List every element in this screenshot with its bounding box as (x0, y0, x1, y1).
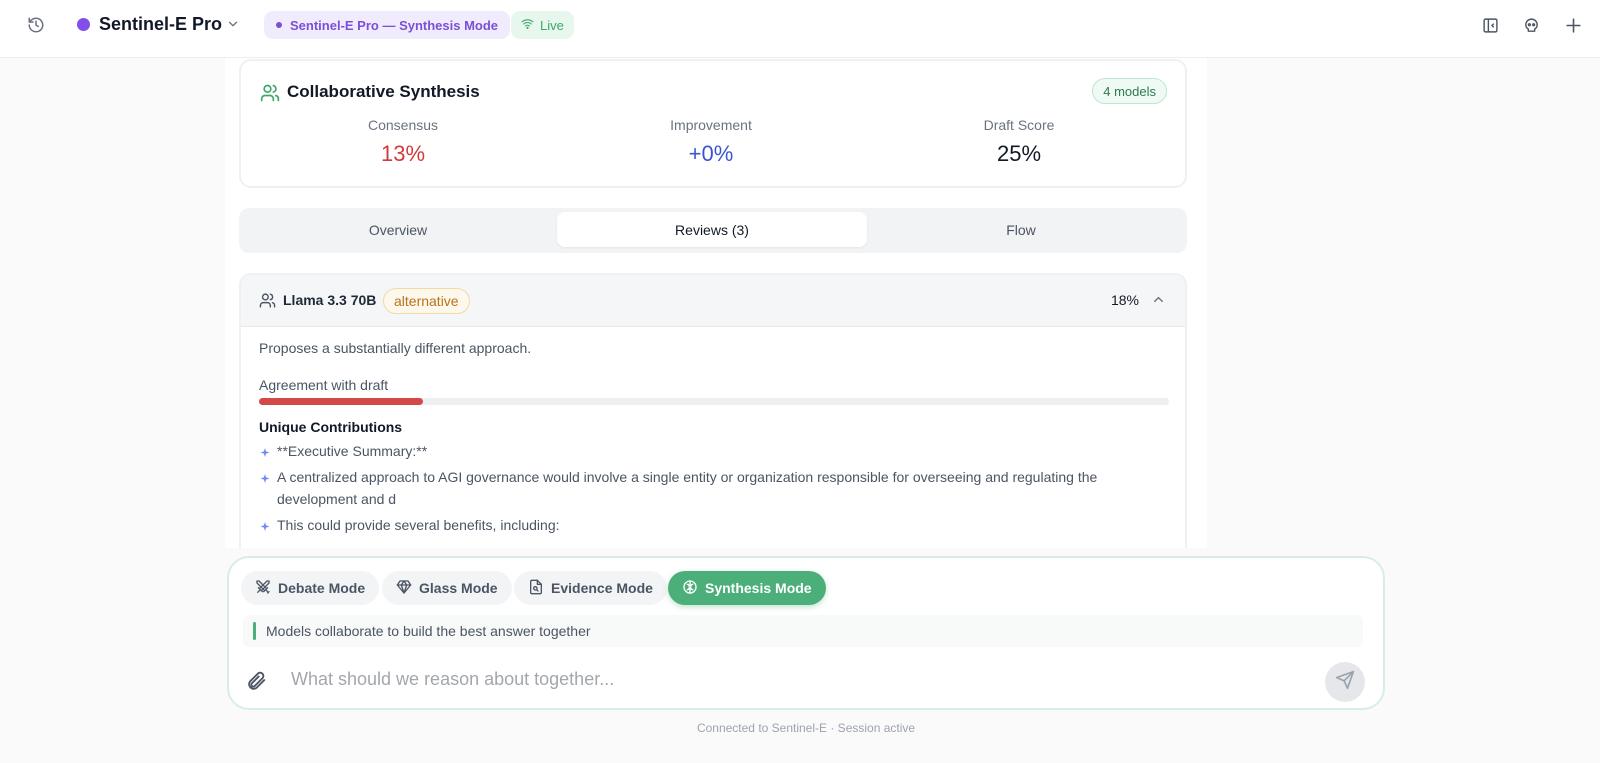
agreement-label: Agreement with draft (259, 377, 389, 393)
send-button[interactable] (1325, 662, 1365, 702)
history-icon[interactable] (24, 13, 48, 37)
metric-draft-score: Draft Score 25% (919, 117, 1119, 167)
synthesis-card: Collaborative Synthesis 4 models Consens… (239, 59, 1187, 188)
live-label: Live (540, 17, 564, 33)
review-card: Llama 3.3 70B alternative 18% Proposes a… (239, 273, 1187, 548)
users-icon (259, 292, 277, 310)
metric-value: 13% (380, 141, 426, 166)
list-item: A centralized approach to AGI governance… (259, 466, 1159, 510)
hint-accent-bar (253, 622, 256, 640)
wifi-icon (521, 17, 534, 33)
paperclip-icon[interactable] (245, 670, 269, 694)
mode-pill-label: Sentinel-E Pro — Synthesis Mode (290, 17, 499, 33)
list-item: This could provide several benefits, inc… (259, 514, 1159, 536)
tab-bar: Overview Reviews (3) Flow (239, 208, 1187, 253)
users-icon (260, 83, 280, 103)
swords-icon (255, 579, 271, 598)
main-content: Collaborative Synthesis 4 models Consens… (225, 58, 1207, 548)
mode-dot (276, 22, 282, 28)
live-badge: Live (511, 11, 574, 39)
send-icon (1335, 670, 1355, 695)
mode-label: Synthesis Mode (705, 580, 812, 596)
sparkle-icon (259, 469, 271, 483)
hint-text: Models collaborate to build the best ans… (266, 623, 591, 639)
tab-reviews[interactable]: Reviews (3) (557, 212, 867, 247)
tab-flow[interactable]: Flow (866, 212, 1176, 247)
tab-overview[interactable]: Overview (243, 212, 553, 247)
sparkle-icon (259, 517, 271, 531)
list-item: **Executive Summary:** (259, 440, 1159, 462)
glass-mode-button[interactable]: Glass Mode (382, 571, 512, 605)
chevron-up-icon[interactable] (1151, 292, 1167, 308)
app-title[interactable]: Sentinel-E Pro (99, 14, 222, 35)
sidebar-toggle-icon[interactable] (1478, 13, 1502, 37)
contribution-text: This could provide several benefits, inc… (277, 517, 560, 533)
models-badge: 4 models (1092, 78, 1167, 104)
metric-value: +0% (688, 141, 734, 166)
card-title: Collaborative Synthesis (287, 82, 480, 101)
contribution-text: **Executive Summary:** (277, 443, 428, 459)
diamond-icon (396, 579, 412, 598)
contribution-text: A centralized approach to AGI governance… (277, 469, 1098, 507)
composer: Debate Mode Glass Mode Evidence Mode Syn… (227, 556, 1385, 710)
mode-label: Evidence Mode (551, 580, 653, 596)
mode-hint: Models collaborate to build the best ans… (243, 615, 1363, 647)
agreement-bar-fill (259, 398, 423, 405)
chevron-down-icon[interactable] (224, 15, 242, 33)
review-score: 18% (1110, 292, 1139, 308)
metric-consensus: Consensus 13% (303, 117, 503, 167)
metric-label: Improvement (670, 117, 752, 133)
evidence-mode-button[interactable]: Evidence Mode (514, 571, 667, 605)
mode-label: Glass Mode (419, 580, 498, 596)
unique-contributions-title: Unique Contributions (259, 419, 403, 435)
status-footer: Connected to Sentinel-E · Session active (696, 721, 916, 735)
metric-label: Consensus (367, 117, 439, 133)
new-chat-icon[interactable] (1561, 13, 1585, 37)
review-header[interactable]: Llama 3.3 70B alternative 18% (241, 275, 1185, 327)
metric-improvement: Improvement +0% (611, 117, 811, 167)
mode-pill: Sentinel-E Pro — Synthesis Mode (264, 11, 511, 39)
debate-mode-button[interactable]: Debate Mode (241, 571, 380, 605)
top-bar: Sentinel-E Pro Sentinel-E Pro — Synthesi… (0, 0, 1600, 58)
agreement-bar (259, 398, 1169, 405)
mode-label: Debate Mode (278, 580, 366, 596)
metric-label: Draft Score (983, 117, 1055, 133)
review-tag: alternative (383, 288, 470, 314)
app-status-dot (77, 18, 90, 31)
review-model-name: Llama 3.3 70B (283, 292, 377, 308)
document-search-icon (528, 579, 544, 598)
synthesis-mode-button[interactable]: Synthesis Mode (668, 571, 826, 605)
message-input[interactable] (291, 662, 1291, 696)
metric-value: 25% (996, 141, 1042, 166)
review-description: Proposes a substantially different appro… (259, 340, 532, 356)
brain-icon (682, 579, 698, 598)
sparkle-icon (259, 443, 271, 457)
skull-icon[interactable] (1519, 13, 1543, 37)
